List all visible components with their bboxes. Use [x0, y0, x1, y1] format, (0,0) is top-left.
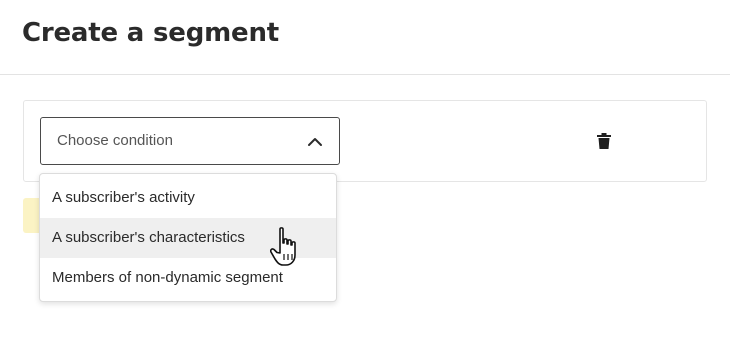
option-subscriber-activity[interactable]: A subscriber's activity	[40, 178, 336, 218]
condition-select-placeholder: Choose condition	[57, 132, 173, 149]
delete-condition-button[interactable]	[594, 131, 614, 151]
option-non-dynamic-segment[interactable]: Members of non-dynamic segment	[40, 258, 336, 298]
chevron-up-icon	[308, 138, 322, 146]
page-header: Create a segment	[0, 0, 730, 75]
condition-card: Choose condition	[23, 100, 707, 182]
condition-select[interactable]: Choose condition	[40, 117, 340, 165]
segment-editor-page: Create a segment Choose condition A subs…	[0, 0, 730, 350]
trash-icon	[597, 133, 611, 149]
option-subscriber-characteristics[interactable]: A subscriber's characteristics	[40, 218, 336, 258]
condition-dropdown-menu: A subscriber's activity A subscriber's c…	[39, 173, 337, 302]
page-title: Create a segment	[22, 18, 279, 48]
